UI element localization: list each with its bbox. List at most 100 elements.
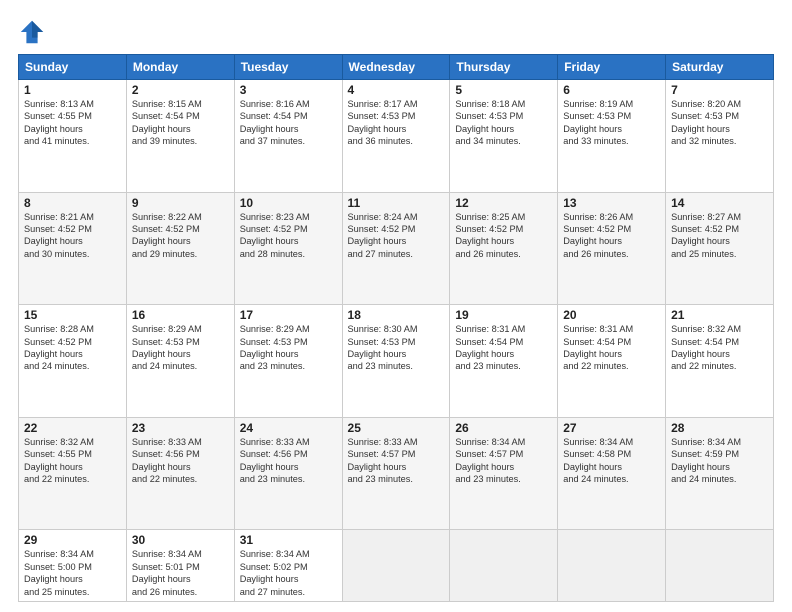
day-number: 14 <box>671 196 768 210</box>
calendar-cell: 23Sunrise: 8:33 AMSunset: 4:56 PMDayligh… <box>126 417 234 530</box>
day-info: Sunrise: 8:33 AMSunset: 4:56 PMDaylight … <box>240 436 337 486</box>
day-number: 28 <box>671 421 768 435</box>
day-number: 2 <box>132 83 229 97</box>
day-number: 1 <box>24 83 121 97</box>
day-number: 24 <box>240 421 337 435</box>
day-number: 27 <box>563 421 660 435</box>
calendar: SundayMondayTuesdayWednesdayThursdayFrid… <box>18 54 774 602</box>
calendar-cell: 1Sunrise: 8:13 AMSunset: 4:55 PMDaylight… <box>19 80 127 193</box>
calendar-cell: 27Sunrise: 8:34 AMSunset: 4:58 PMDayligh… <box>558 417 666 530</box>
calendar-header-tuesday: Tuesday <box>234 55 342 80</box>
calendar-header-friday: Friday <box>558 55 666 80</box>
calendar-cell: 2Sunrise: 8:15 AMSunset: 4:54 PMDaylight… <box>126 80 234 193</box>
day-number: 20 <box>563 308 660 322</box>
day-number: 9 <box>132 196 229 210</box>
day-info: Sunrise: 8:21 AMSunset: 4:52 PMDaylight … <box>24 211 121 261</box>
day-number: 19 <box>455 308 552 322</box>
header <box>18 18 774 46</box>
day-info: Sunrise: 8:34 AMSunset: 4:57 PMDaylight … <box>455 436 552 486</box>
calendar-week-2: 8Sunrise: 8:21 AMSunset: 4:52 PMDaylight… <box>19 192 774 305</box>
day-info: Sunrise: 8:20 AMSunset: 4:53 PMDaylight … <box>671 98 768 148</box>
calendar-cell: 19Sunrise: 8:31 AMSunset: 4:54 PMDayligh… <box>450 305 558 418</box>
day-number: 18 <box>348 308 445 322</box>
day-number: 15 <box>24 308 121 322</box>
day-info: Sunrise: 8:15 AMSunset: 4:54 PMDaylight … <box>132 98 229 148</box>
calendar-cell: 21Sunrise: 8:32 AMSunset: 4:54 PMDayligh… <box>666 305 774 418</box>
day-number: 8 <box>24 196 121 210</box>
calendar-cell <box>450 530 558 602</box>
day-info: Sunrise: 8:29 AMSunset: 4:53 PMDaylight … <box>240 323 337 373</box>
calendar-cell: 7Sunrise: 8:20 AMSunset: 4:53 PMDaylight… <box>666 80 774 193</box>
day-number: 30 <box>132 533 229 547</box>
calendar-cell: 8Sunrise: 8:21 AMSunset: 4:52 PMDaylight… <box>19 192 127 305</box>
calendar-cell: 25Sunrise: 8:33 AMSunset: 4:57 PMDayligh… <box>342 417 450 530</box>
day-number: 17 <box>240 308 337 322</box>
day-number: 13 <box>563 196 660 210</box>
day-info: Sunrise: 8:33 AMSunset: 4:57 PMDaylight … <box>348 436 445 486</box>
day-info: Sunrise: 8:28 AMSunset: 4:52 PMDaylight … <box>24 323 121 373</box>
calendar-cell: 28Sunrise: 8:34 AMSunset: 4:59 PMDayligh… <box>666 417 774 530</box>
day-info: Sunrise: 8:13 AMSunset: 4:55 PMDaylight … <box>24 98 121 148</box>
day-number: 25 <box>348 421 445 435</box>
day-info: Sunrise: 8:27 AMSunset: 4:52 PMDaylight … <box>671 211 768 261</box>
calendar-cell: 15Sunrise: 8:28 AMSunset: 4:52 PMDayligh… <box>19 305 127 418</box>
logo <box>18 18 50 46</box>
day-number: 26 <box>455 421 552 435</box>
calendar-week-5: 29Sunrise: 8:34 AMSunset: 5:00 PMDayligh… <box>19 530 774 602</box>
day-number: 7 <box>671 83 768 97</box>
calendar-cell: 22Sunrise: 8:32 AMSunset: 4:55 PMDayligh… <box>19 417 127 530</box>
day-number: 23 <box>132 421 229 435</box>
calendar-cell: 29Sunrise: 8:34 AMSunset: 5:00 PMDayligh… <box>19 530 127 602</box>
calendar-cell: 30Sunrise: 8:34 AMSunset: 5:01 PMDayligh… <box>126 530 234 602</box>
calendar-cell: 24Sunrise: 8:33 AMSunset: 4:56 PMDayligh… <box>234 417 342 530</box>
calendar-header-wednesday: Wednesday <box>342 55 450 80</box>
logo-icon <box>18 18 46 46</box>
day-info: Sunrise: 8:33 AMSunset: 4:56 PMDaylight … <box>132 436 229 486</box>
day-info: Sunrise: 8:31 AMSunset: 4:54 PMDaylight … <box>455 323 552 373</box>
calendar-week-1: 1Sunrise: 8:13 AMSunset: 4:55 PMDaylight… <box>19 80 774 193</box>
day-info: Sunrise: 8:34 AMSunset: 5:00 PMDaylight … <box>24 548 121 598</box>
day-number: 6 <box>563 83 660 97</box>
day-number: 21 <box>671 308 768 322</box>
day-info: Sunrise: 8:32 AMSunset: 4:55 PMDaylight … <box>24 436 121 486</box>
day-info: Sunrise: 8:16 AMSunset: 4:54 PMDaylight … <box>240 98 337 148</box>
calendar-cell <box>666 530 774 602</box>
day-number: 29 <box>24 533 121 547</box>
day-info: Sunrise: 8:18 AMSunset: 4:53 PMDaylight … <box>455 98 552 148</box>
calendar-cell: 14Sunrise: 8:27 AMSunset: 4:52 PMDayligh… <box>666 192 774 305</box>
day-info: Sunrise: 8:34 AMSunset: 5:02 PMDaylight … <box>240 548 337 598</box>
calendar-week-3: 15Sunrise: 8:28 AMSunset: 4:52 PMDayligh… <box>19 305 774 418</box>
day-info: Sunrise: 8:23 AMSunset: 4:52 PMDaylight … <box>240 211 337 261</box>
calendar-cell: 4Sunrise: 8:17 AMSunset: 4:53 PMDaylight… <box>342 80 450 193</box>
calendar-header-row: SundayMondayTuesdayWednesdayThursdayFrid… <box>19 55 774 80</box>
calendar-cell: 20Sunrise: 8:31 AMSunset: 4:54 PMDayligh… <box>558 305 666 418</box>
day-number: 22 <box>24 421 121 435</box>
day-info: Sunrise: 8:29 AMSunset: 4:53 PMDaylight … <box>132 323 229 373</box>
calendar-cell: 11Sunrise: 8:24 AMSunset: 4:52 PMDayligh… <box>342 192 450 305</box>
day-info: Sunrise: 8:34 AMSunset: 5:01 PMDaylight … <box>132 548 229 598</box>
day-info: Sunrise: 8:30 AMSunset: 4:53 PMDaylight … <box>348 323 445 373</box>
calendar-week-4: 22Sunrise: 8:32 AMSunset: 4:55 PMDayligh… <box>19 417 774 530</box>
calendar-header-thursday: Thursday <box>450 55 558 80</box>
day-info: Sunrise: 8:31 AMSunset: 4:54 PMDaylight … <box>563 323 660 373</box>
calendar-cell: 31Sunrise: 8:34 AMSunset: 5:02 PMDayligh… <box>234 530 342 602</box>
day-number: 31 <box>240 533 337 547</box>
calendar-cell: 17Sunrise: 8:29 AMSunset: 4:53 PMDayligh… <box>234 305 342 418</box>
calendar-cell: 10Sunrise: 8:23 AMSunset: 4:52 PMDayligh… <box>234 192 342 305</box>
day-number: 11 <box>348 196 445 210</box>
calendar-cell: 9Sunrise: 8:22 AMSunset: 4:52 PMDaylight… <box>126 192 234 305</box>
calendar-cell: 16Sunrise: 8:29 AMSunset: 4:53 PMDayligh… <box>126 305 234 418</box>
day-info: Sunrise: 8:32 AMSunset: 4:54 PMDaylight … <box>671 323 768 373</box>
day-info: Sunrise: 8:26 AMSunset: 4:52 PMDaylight … <box>563 211 660 261</box>
calendar-header-saturday: Saturday <box>666 55 774 80</box>
day-info: Sunrise: 8:25 AMSunset: 4:52 PMDaylight … <box>455 211 552 261</box>
day-number: 10 <box>240 196 337 210</box>
day-info: Sunrise: 8:19 AMSunset: 4:53 PMDaylight … <box>563 98 660 148</box>
day-number: 16 <box>132 308 229 322</box>
calendar-cell <box>342 530 450 602</box>
calendar-cell: 26Sunrise: 8:34 AMSunset: 4:57 PMDayligh… <box>450 417 558 530</box>
day-info: Sunrise: 8:34 AMSunset: 4:58 PMDaylight … <box>563 436 660 486</box>
calendar-header-monday: Monday <box>126 55 234 80</box>
day-info: Sunrise: 8:24 AMSunset: 4:52 PMDaylight … <box>348 211 445 261</box>
page: SundayMondayTuesdayWednesdayThursdayFrid… <box>0 0 792 612</box>
